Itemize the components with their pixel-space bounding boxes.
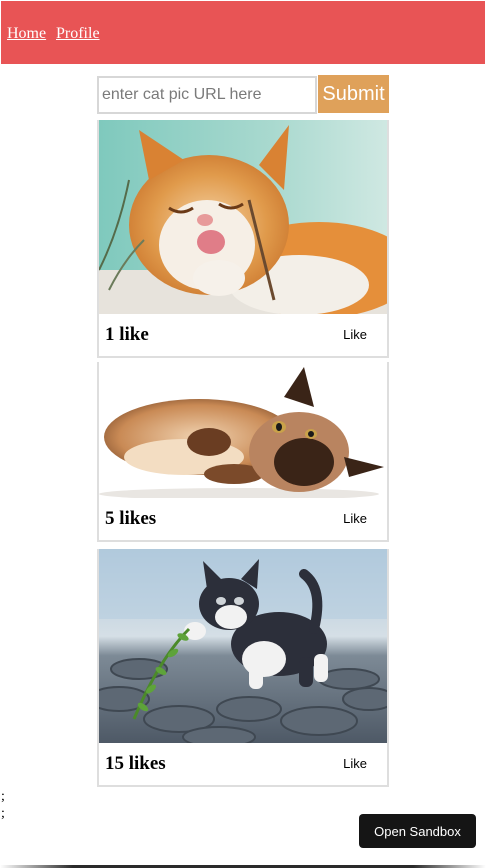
cat-image — [99, 549, 387, 743]
cat-card-footer: 1 like Like — [99, 314, 387, 356]
likes-count: 5 likes — [105, 508, 157, 529]
nav-link-home[interactable]: Home — [7, 25, 46, 43]
like-button[interactable]: Like — [343, 511, 367, 526]
cat-image — [99, 120, 387, 314]
cat-card: 1 like Like — [97, 120, 389, 358]
likes-count: 15 likes — [105, 753, 166, 774]
cat-card-footer: 5 likes Like — [99, 498, 387, 540]
cat-image — [99, 362, 387, 498]
cat-card: 15 likes Like — [97, 549, 389, 787]
cat-card: 5 likes Like — [97, 362, 389, 542]
like-button[interactable]: Like — [343, 327, 367, 342]
open-sandbox-button[interactable]: Open Sandbox — [359, 814, 476, 848]
submit-button[interactable]: Submit — [318, 75, 389, 113]
likes-count: 1 like — [105, 324, 149, 345]
cat-url-input[interactable] — [97, 76, 317, 114]
cat-card-footer: 15 likes Like — [99, 743, 387, 785]
stray-text: ; — [1, 789, 5, 804]
nav-link-profile[interactable]: Profile — [56, 25, 100, 43]
stray-text: ; — [1, 806, 5, 821]
like-button[interactable]: Like — [343, 756, 367, 771]
navbar: Home Profile — [1, 1, 485, 64]
